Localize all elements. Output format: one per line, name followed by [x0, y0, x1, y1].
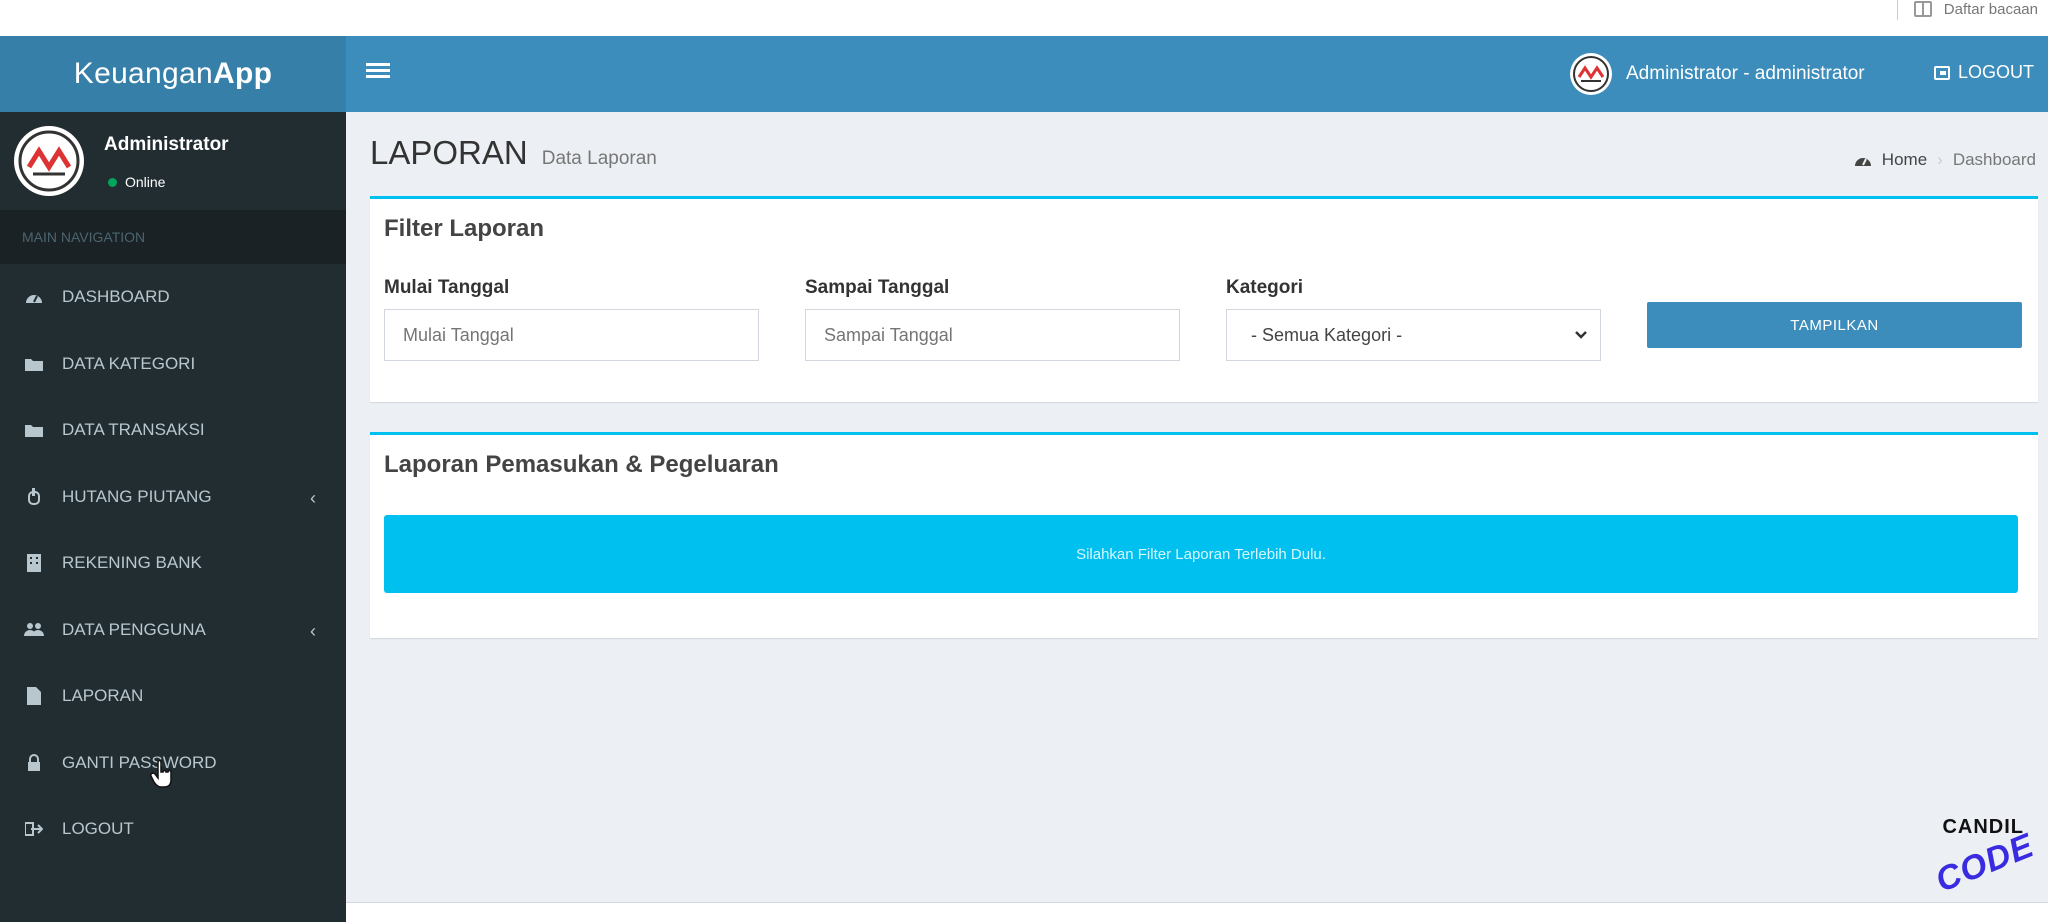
chevron-down-icon [1575, 331, 1587, 339]
end-date-field[interactable] [805, 309, 1180, 361]
sidebar-item-label: HUTANG PIUTANG [62, 486, 212, 506]
report-box: Laporan Pemasukan & Pegeluaran Silahkan … [370, 432, 2038, 638]
sidebar-toggle-button[interactable] [366, 60, 390, 84]
avatar-logo-icon [1573, 56, 1609, 92]
sign-out-icon [1933, 65, 1950, 80]
nav-header: MAIN NAVIGATION [0, 210, 346, 264]
start-date-input[interactable] [403, 324, 758, 346]
sidebar-item-label: DASHBOARD [62, 287, 170, 307]
breadcrumb-separator: › [1937, 150, 1943, 169]
folder-icon [24, 421, 44, 439]
user-status-label: Online [125, 174, 166, 190]
watermark-logo: CANDIL CODE [1920, 812, 2039, 900]
sidebar-item-label: DATA KATEGORI [62, 353, 196, 373]
sign-out-icon [24, 820, 44, 838]
sidebar-item-rekening-bank[interactable]: REKENING BANK [0, 530, 346, 597]
logo-bold-text: App [212, 57, 273, 90]
avatar-logo-icon [18, 130, 80, 192]
report-box-title: Laporan Pemasukan & Pegeluaran [384, 451, 779, 478]
browser-top-bar: Daftar bacaan [0, 0, 2048, 36]
user-avatar-small [1570, 53, 1612, 95]
filter-first-alert: Silahkan Filter Laporan Terlebih Dulu. [384, 515, 2018, 593]
category-select[interactable]: - Semua Kategori - [1226, 309, 1601, 361]
hand-cursor-icon [150, 760, 172, 788]
sidebar-item-logout[interactable]: LOGOUT [0, 796, 346, 863]
category-selected-value: - Semua Kategori - [1251, 324, 1403, 345]
user-panel: Administrator Online [0, 112, 346, 210]
reading-list-label: Daftar bacaan [1943, 0, 2038, 18]
start-date-label: Mulai Tanggal [384, 277, 510, 298]
sidebar-item-dashboard[interactable]: DASHBOARD [0, 264, 346, 331]
sidebar-item-label: GANTI PASSWORD [62, 752, 217, 772]
main-header: Keuangan App Administrator - administrato… [0, 36, 2048, 112]
sidebar-item-laporan[interactable]: LAPORAN [0, 663, 346, 730]
logo-light-text: Keuangan [73, 57, 213, 90]
user-avatar [14, 126, 84, 196]
sidebar-item-data-pengguna[interactable]: DATA PENGGUNA ‹ [0, 597, 346, 664]
dashboard-icon [1854, 158, 1871, 166]
sidebar-user-name: Administrator [104, 134, 229, 155]
footer [346, 902, 2048, 922]
sidebar-item-data-transaksi[interactable]: DATA TRANSAKSI [0, 397, 346, 464]
users-icon [24, 621, 44, 639]
sidebar-item-label: DATA PENGGUNA [62, 619, 206, 639]
sidebar-item-data-kategori[interactable]: DATA KATEGORI [0, 331, 346, 398]
end-date-input[interactable] [824, 324, 1179, 346]
sidebar-item-hutang-piutang[interactable]: HUTANG PIUTANG ‹ [0, 464, 346, 531]
app-logo[interactable]: Keuangan App [0, 36, 346, 112]
folder-icon [24, 355, 44, 373]
end-date-label: Sampai Tanggal [805, 277, 950, 298]
category-label: Kategori [1226, 277, 1304, 298]
user-menu-label: Administrator - administrator [1626, 63, 1865, 84]
user-status: Online [108, 174, 165, 190]
header-logout-label: LOGOUT [1957, 62, 2034, 82]
breadcrumb: Home › Dashboard [1854, 150, 2036, 170]
user-menu[interactable]: Administrator - administrator [1570, 52, 1865, 96]
page-title: LAPORAN Data Laporan [370, 134, 657, 172]
filter-box: Filter Laporan Mulai Tanggal Sampai Tang… [370, 196, 2038, 402]
lock-icon [24, 753, 44, 772]
filter-box-title: Filter Laporan [384, 215, 545, 242]
page-title-text: LAPORAN [370, 134, 528, 171]
start-date-field[interactable] [384, 309, 759, 361]
header-logout-link[interactable]: LOGOUT [1933, 62, 2034, 83]
content-wrapper: LAPORAN Data Laporan Home › Dashboard Fi… [346, 112, 2048, 902]
show-report-button[interactable]: TAMPILKAN [1647, 302, 2022, 348]
breadcrumb-current: Dashboard [1952, 150, 2036, 169]
page-subtitle: Data Laporan [541, 148, 657, 169]
reading-list-icon [1913, 1, 1932, 17]
hamburger-icon [366, 63, 390, 66]
online-status-icon [108, 177, 117, 187]
hand-icon [24, 487, 44, 506]
chevron-left-icon: ‹ [310, 487, 316, 508]
divider [1896, 0, 1898, 20]
sidebar-item-label: LOGOUT [62, 819, 134, 839]
sidebar: Administrator Online MAIN NAVIGATION DAS… [0, 112, 346, 922]
building-icon [24, 554, 44, 573]
reading-list-button[interactable]: Daftar bacaan [1896, 0, 2038, 20]
dashboard-icon [24, 288, 44, 306]
sidebar-item-label: LAPORAN [62, 686, 144, 706]
sidebar-item-label: REKENING BANK [62, 553, 202, 573]
breadcrumb-home-link[interactable]: Home [1882, 150, 1927, 170]
chevron-left-icon: ‹ [310, 620, 316, 641]
sidebar-item-label: DATA TRANSAKSI [62, 420, 205, 440]
file-icon [24, 687, 44, 706]
